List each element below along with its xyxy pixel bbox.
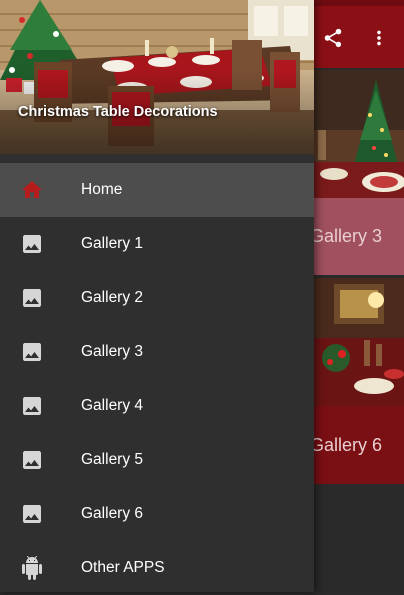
menu-item-gallery-5[interactable]: Gallery 5 bbox=[0, 433, 314, 487]
gallery-card-title: Gallery 6 bbox=[314, 434, 383, 455]
share-icon[interactable] bbox=[315, 20, 351, 56]
drawer-menu: Home Gallery 1 Gallery 2 Gallery 3 Galle… bbox=[0, 163, 314, 595]
more-vert-icon[interactable] bbox=[361, 20, 397, 56]
menu-item-gallery-2[interactable]: Gallery 2 bbox=[0, 271, 314, 325]
image-icon bbox=[20, 394, 44, 418]
home-icon bbox=[20, 178, 44, 202]
gallery-card[interactable]: Gallery 3 bbox=[314, 70, 404, 275]
menu-item-label: Gallery 4 bbox=[81, 397, 144, 414]
gallery-card[interactable]: Gallery 6 bbox=[314, 278, 404, 484]
drawer-header: Christmas Table Decorations bbox=[0, 0, 314, 154]
gallery-card-caption: Gallery 3 bbox=[314, 198, 404, 275]
drawer-header-title: Christmas Table Decorations bbox=[18, 104, 218, 120]
gallery-card-caption: Gallery 6 bbox=[314, 406, 404, 484]
menu-item-label: Other APPS bbox=[81, 559, 165, 576]
drawer-header-image bbox=[0, 0, 314, 154]
image-icon bbox=[20, 232, 44, 256]
menu-item-gallery-1[interactable]: Gallery 1 bbox=[0, 217, 314, 271]
menu-item-label: Home bbox=[81, 181, 123, 198]
menu-item-label: Gallery 3 bbox=[81, 343, 144, 360]
menu-item-home[interactable]: Home bbox=[0, 163, 314, 217]
gallery-card-title: Gallery 3 bbox=[314, 226, 383, 246]
gallery-photo bbox=[314, 278, 404, 406]
menu-item-other-apps[interactable]: Other APPS bbox=[0, 541, 314, 595]
menu-item-gallery-3[interactable]: Gallery 3 bbox=[0, 325, 314, 379]
menu-item-label: Gallery 1 bbox=[81, 235, 144, 252]
menu-item-label: Gallery 6 bbox=[81, 505, 144, 522]
image-icon bbox=[20, 448, 44, 472]
menu-item-gallery-4[interactable]: Gallery 4 bbox=[0, 379, 314, 433]
image-icon bbox=[20, 286, 44, 310]
gallery-photo bbox=[314, 70, 404, 198]
menu-item-label: Gallery 5 bbox=[81, 451, 144, 468]
menu-item-gallery-6[interactable]: Gallery 6 bbox=[0, 487, 314, 541]
image-icon bbox=[20, 502, 44, 526]
image-icon bbox=[20, 340, 44, 364]
android-icon bbox=[20, 556, 44, 580]
menu-item-label: Gallery 2 bbox=[81, 289, 144, 306]
navigation-drawer: Christmas Table Decorations Home Gallery… bbox=[0, 0, 314, 592]
